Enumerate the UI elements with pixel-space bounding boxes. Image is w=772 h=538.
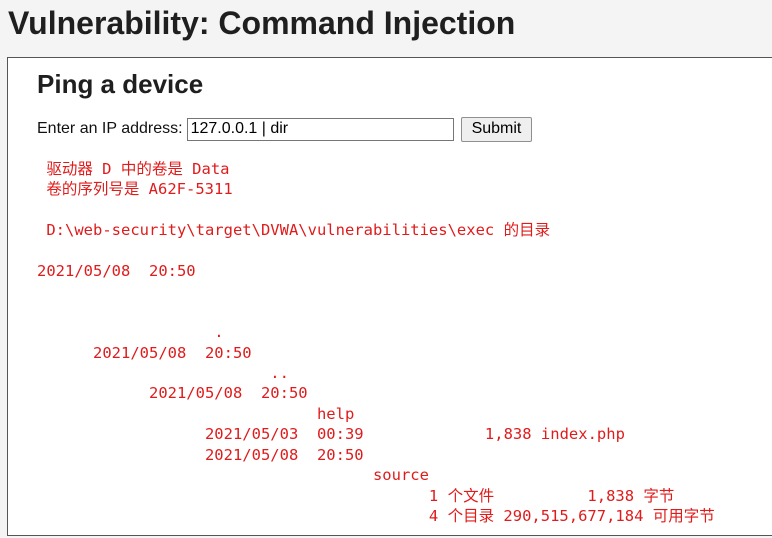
ping-form: Enter an IP address: Submit bbox=[37, 116, 533, 142]
output-line: 4 个目录 290,515,677,184 可用字节 bbox=[37, 506, 715, 525]
output-line: 卷的序列号是 A62F-5311 bbox=[37, 180, 233, 199]
section-title: Ping a device bbox=[37, 69, 204, 99]
command-output: 驱动器 D 中的卷是 Data 卷的序列号是 A62F-5311 D:\web-… bbox=[37, 159, 715, 526]
output-line: 2021/05/08 20:50 bbox=[37, 262, 196, 281]
output-line: 1 个文件 1,838 字节 bbox=[37, 486, 675, 505]
output-line: 2021/05/03 00:39 1,838 index.php bbox=[37, 425, 625, 444]
output-line: 2021/05/08 20:50 bbox=[37, 384, 308, 403]
output-line: 驱动器 D 中的卷是 Data bbox=[37, 160, 230, 178]
output-line: help bbox=[37, 404, 355, 423]
output-line: . bbox=[37, 323, 224, 342]
output-line: .. bbox=[37, 364, 289, 383]
output-line: 2021/05/08 20:50 bbox=[37, 445, 364, 464]
submit-button[interactable]: Submit bbox=[460, 116, 533, 142]
output-line: D:\web-security\target\DVWA\vulnerabilit… bbox=[37, 221, 551, 240]
ip-address-input[interactable] bbox=[186, 117, 454, 141]
page-title: Vulnerability: Command Injection bbox=[8, 5, 516, 41]
output-line: source bbox=[37, 466, 429, 485]
output-line: 2021/05/08 20:50 bbox=[37, 343, 252, 362]
ip-address-label: Enter an IP address: bbox=[37, 120, 183, 137]
main-panel: Ping a device Enter an IP address: Submi… bbox=[7, 57, 772, 536]
